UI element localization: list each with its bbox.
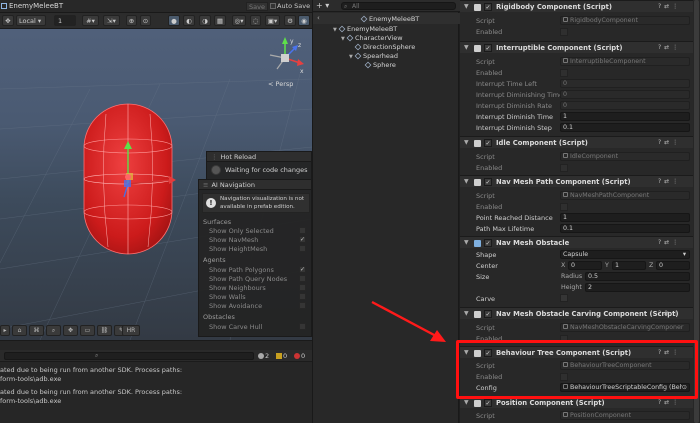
annotation-highlight-box <box>456 340 698 399</box>
